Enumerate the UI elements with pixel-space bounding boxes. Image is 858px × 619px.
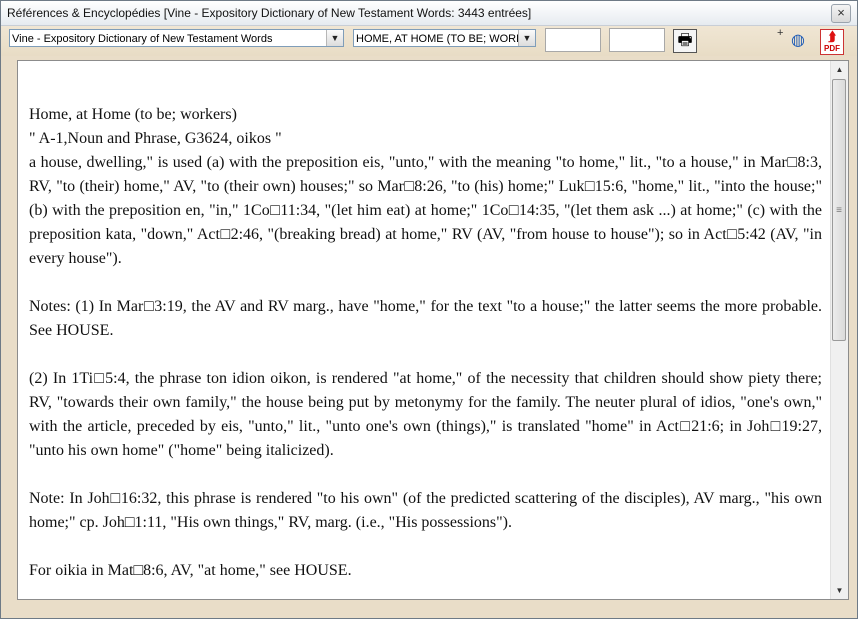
dictionary-select[interactable]: Vine - Expository Dictionary of New Test… [9,29,344,47]
chevron-down-icon[interactable]: ▼ [326,30,343,46]
vertical-scrollbar[interactable]: ▲ ≡ ▼ [830,61,848,599]
printer-icon: 🖶 [677,32,693,49]
article-paragraph: For oikia in Mat□8:6, AV, "at home," see… [29,562,352,579]
article-subheading: " A-1,Noun and Phrase, G3624, oikos " [29,130,282,147]
article-paragraph: Notes: (1) In Mar□3:19, the AV and RV ma… [29,298,822,339]
window-title: Références & Encyclopédies [Vine - Expos… [7,6,532,20]
toolbar: Vine - Expository Dictionary of New Test… [1,26,857,56]
web-button[interactable]: ◍ [787,31,809,51]
close-button[interactable]: × [831,4,851,23]
globe-icon: ◍ [791,32,805,49]
scroll-thumb[interactable]: ≡ [832,79,846,341]
dictionary-select-value: Vine - Expository Dictionary of New Test… [12,33,273,45]
article-text[interactable]: Home, at Home (to be; workers) " A-1,Nou… [29,103,822,599]
entry-select-value: HOME, AT HOME (TO BE; WORK [356,33,524,45]
search-field-2[interactable] [609,28,665,52]
pdf-label: PDF [824,44,840,53]
close-icon: × [837,5,845,20]
title-bar[interactable]: Références & Encyclopédies [Vine - Expos… [1,1,857,26]
article-paragraph: (2) In 1Ti□5:4, the phrase ton idion oik… [29,370,822,459]
article-panel: Home, at Home (to be; workers) " A-1,Nou… [17,60,849,600]
article-heading: Home, at Home (to be; workers) [29,106,237,123]
article-paragraph: a house, dwelling," is used (a) with the… [29,154,822,267]
scroll-down-button[interactable]: ▼ [831,582,848,599]
scroll-up-button[interactable]: ▲ [831,61,848,78]
chevron-down-icon[interactable]: ▼ [518,30,535,46]
plus-icon: + [777,27,784,39]
entry-select[interactable]: HOME, AT HOME (TO BE; WORK ▼ [353,29,536,47]
search-field-1[interactable] [545,28,601,52]
arrow-up-icon: ▲ [835,65,844,74]
pdf-icon: ⮭ [828,29,836,44]
app-window: Références & Encyclopédies [Vine - Expos… [0,0,858,619]
pdf-export-button[interactable]: ⮭ PDF [820,29,844,55]
grip-icon: ≡ [836,205,842,216]
article-paragraph: Note: In Joh□16:32, this phrase is rende… [29,490,822,531]
arrow-down-icon: ▼ [835,586,844,595]
print-button[interactable]: 🖶 [673,29,697,53]
